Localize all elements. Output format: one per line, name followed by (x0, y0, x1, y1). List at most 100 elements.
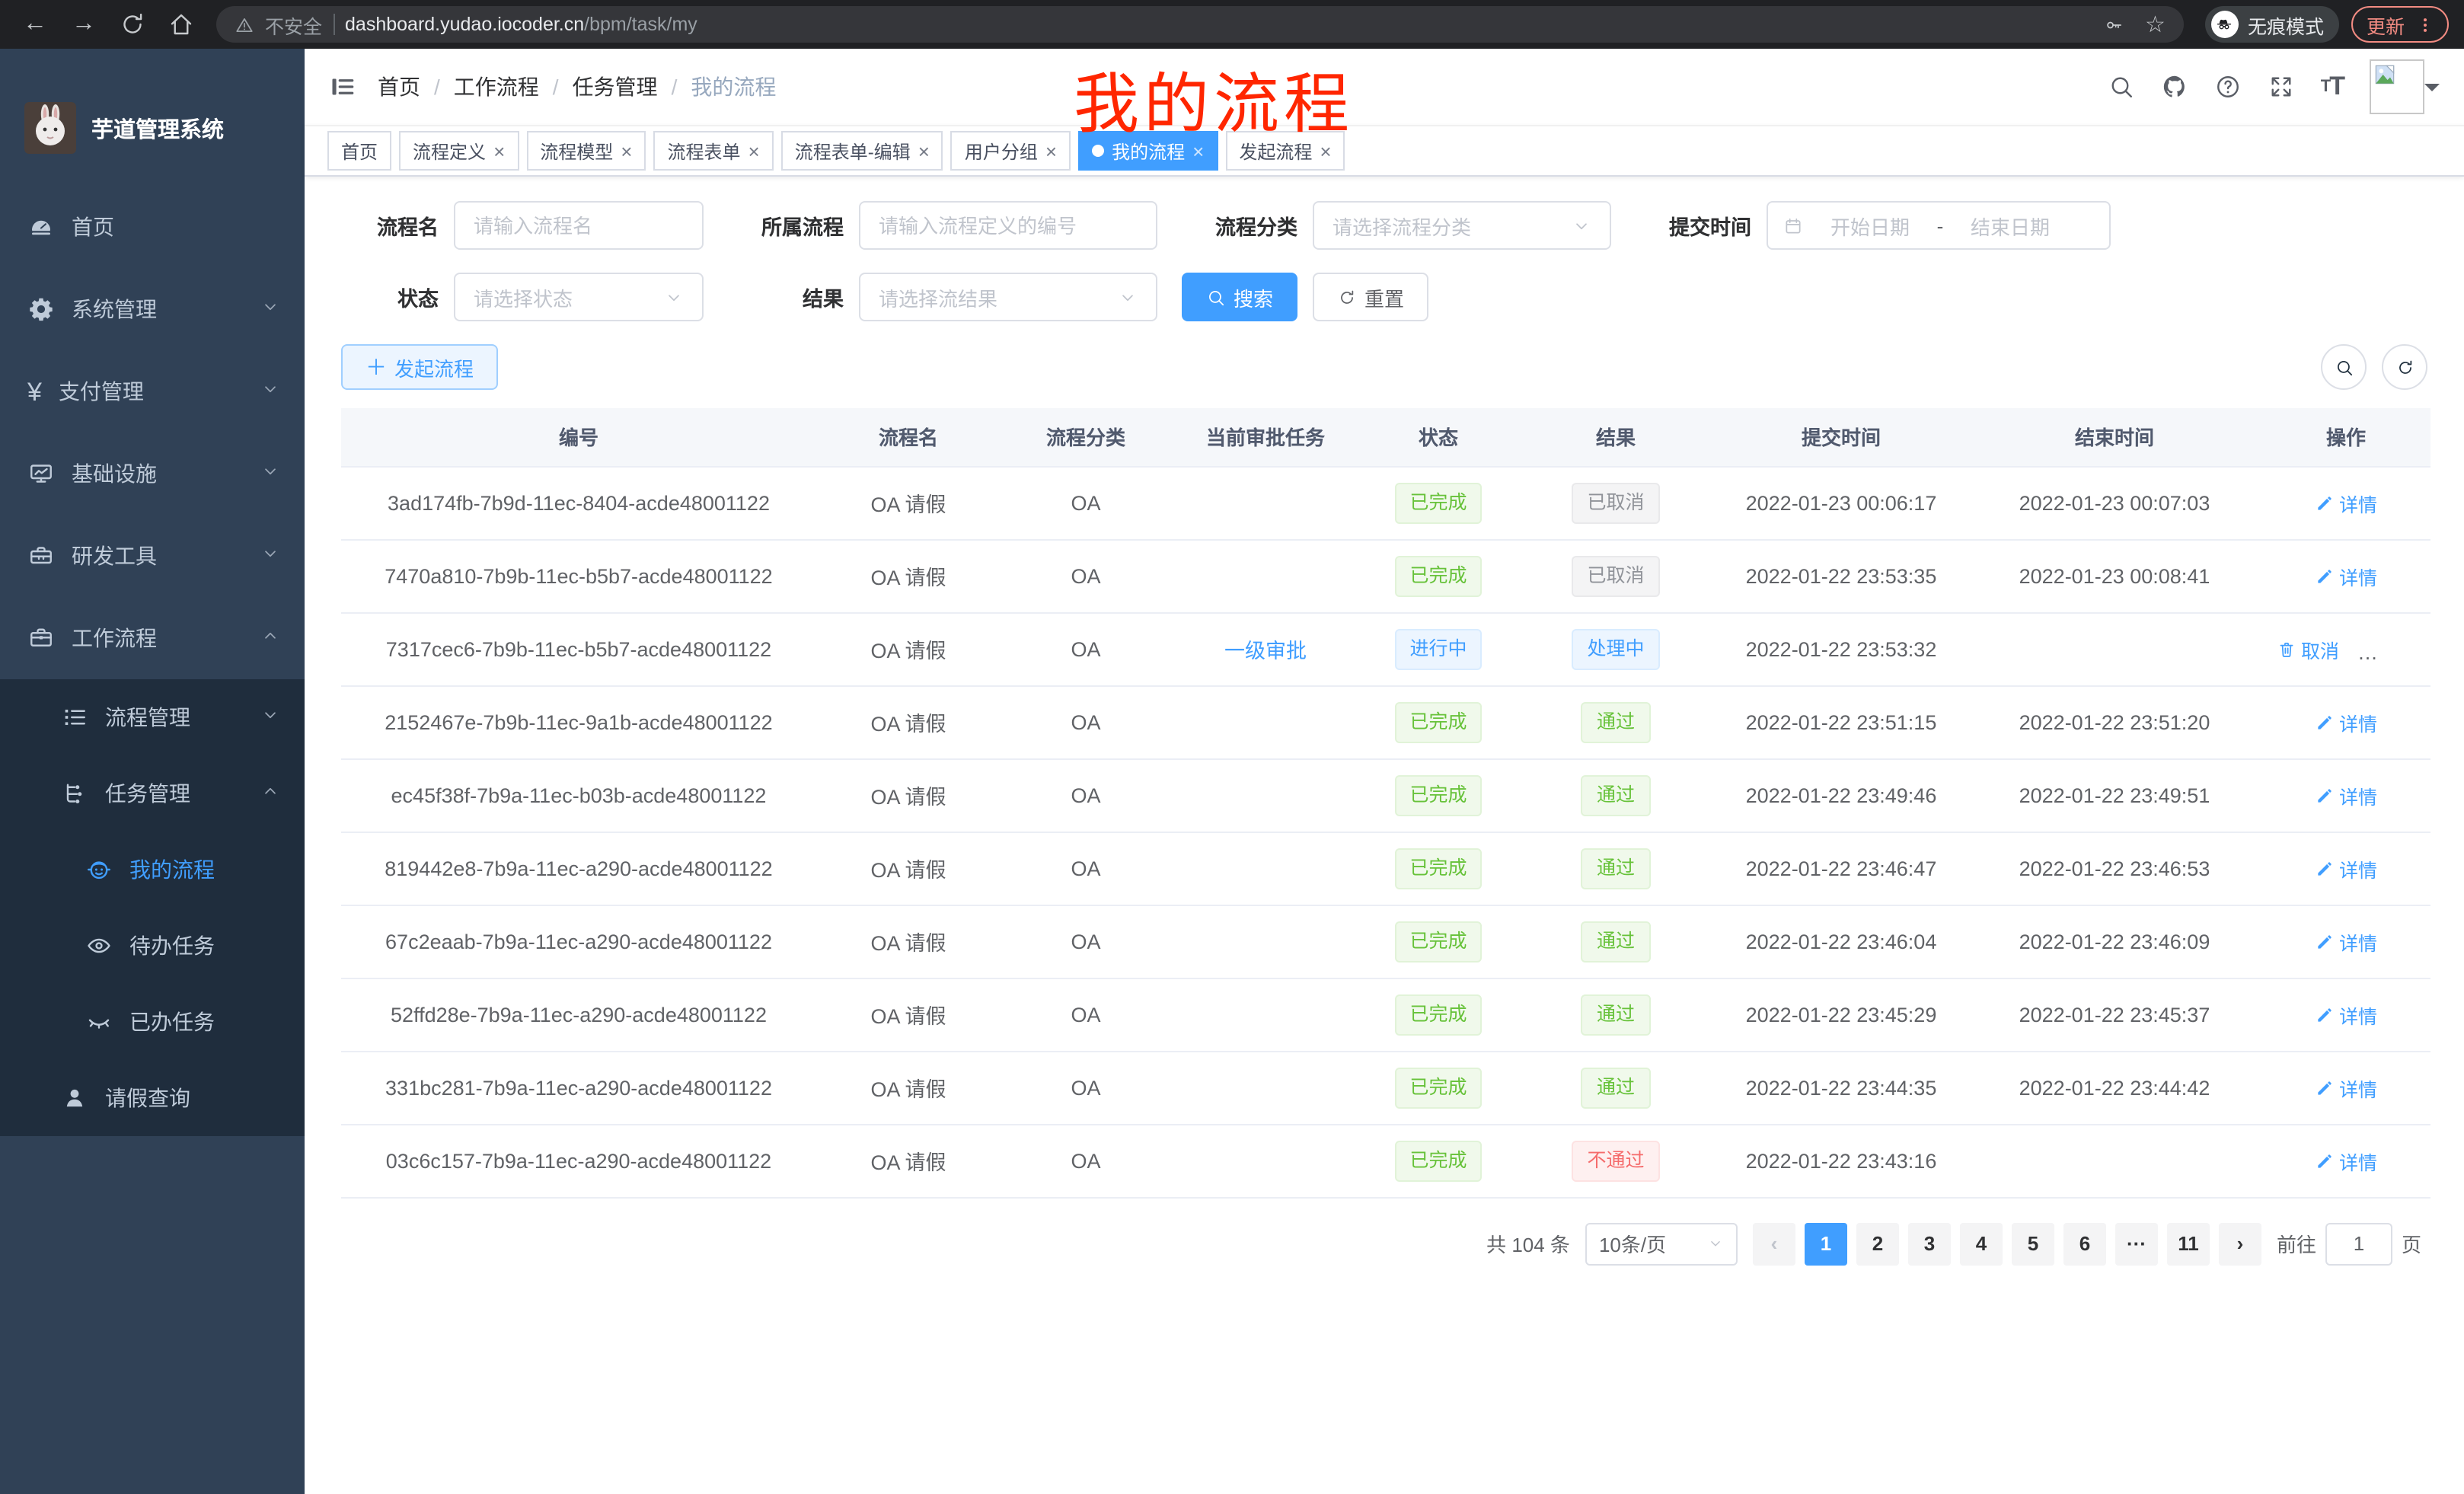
refresh-list-button[interactable] (2382, 344, 2427, 390)
detail-link[interactable]: 详情 (2315, 781, 2377, 809)
category-select[interactable]: 请选择流程分类 (1313, 201, 1611, 250)
detail-link[interactable]: 详情 (2315, 1146, 2377, 1175)
breadcrumb-item[interactable]: 首页 (378, 72, 420, 102)
sidebar-item-home[interactable]: 首页 (0, 186, 305, 268)
close-icon[interactable]: × (748, 141, 760, 161)
sidebar-item-payment[interactable]: ¥支付管理 (0, 350, 305, 433)
detail-link[interactable]: 详情 (2315, 561, 2377, 590)
reset-button[interactable]: 重置 (1313, 273, 1428, 321)
pencil-icon (2315, 493, 2335, 512)
trash-icon (2277, 639, 2296, 659)
sidebar-item-dev-tools[interactable]: 研发工具 (0, 515, 305, 597)
search-button[interactable]: 搜索 (1182, 273, 1297, 321)
fullscreen-icon[interactable] (2268, 73, 2295, 101)
hamburger-icon[interactable] (329, 73, 356, 101)
close-icon[interactable]: × (1192, 141, 1204, 161)
table-row: 7470a810-7b9b-11ec-b5b7-acde48001122OA 请… (341, 539, 2430, 612)
cell-submit-time: 2022-01-22 23:53:35 (1715, 539, 1968, 612)
detail-link[interactable]: 详情 (2315, 488, 2377, 517)
sidebar-item-system[interactable]: 系统管理 (0, 268, 305, 350)
tab-home[interactable]: 首页 (327, 131, 391, 171)
menu-dots-icon[interactable] (2417, 16, 2434, 33)
sidebar-item-infrastructure[interactable]: 基础设施 (0, 433, 305, 515)
cell-ops: 详情 (2261, 466, 2430, 539)
tab-process-form[interactable]: 流程表单× (653, 131, 773, 171)
sidebar-item-done-tasks[interactable]: 已办任务 (0, 984, 305, 1060)
password-key-icon[interactable] (2104, 14, 2124, 34)
breadcrumb-separator: / (434, 75, 440, 99)
task-link[interactable]: 一级审批 (1224, 640, 1307, 662)
close-icon[interactable]: × (1320, 141, 1331, 161)
page-button[interactable]: 11 (2167, 1222, 2210, 1265)
address-bar[interactable]: 不安全 dashboard.yudao.iocoder.cn/bpm/task/… (216, 6, 2184, 43)
status-badge: 已完成 (1394, 921, 1482, 962)
op-label: 详情 (2339, 1146, 2377, 1175)
detail-link[interactable]: 详情 (2315, 1000, 2377, 1029)
tab-my-process[interactable]: 我的流程× (1078, 131, 1218, 171)
cell-end-time: 2022-01-22 23:46:53 (1968, 832, 2261, 905)
page-button[interactable]: 6 (2063, 1222, 2106, 1265)
prev-page-button[interactable]: ‹ (1753, 1222, 1795, 1265)
page-button[interactable]: 4 (1960, 1222, 2003, 1265)
bookmark-star-icon[interactable]: ☆ (2145, 11, 2166, 38)
browser-forward-icon[interactable]: → (64, 5, 104, 44)
breadcrumb-item[interactable]: 任务管理 (573, 72, 658, 102)
tab-process-model[interactable]: 流程模型× (526, 131, 646, 171)
sidebar-item-todo-tasks[interactable]: 待办任务 (0, 908, 305, 984)
detail-link[interactable]: 详情 (2315, 854, 2377, 883)
calendar-icon (1783, 215, 1803, 235)
start-process-button[interactable]: ＋ 发起流程 (341, 344, 498, 390)
process-name-input[interactable] (454, 201, 704, 250)
detail-link[interactable]: 详情 (2315, 1073, 2377, 1102)
sidebar-item-leave-query[interactable]: 请假查询 (0, 1060, 305, 1136)
header-search-icon[interactable] (2108, 73, 2135, 101)
page-button[interactable]: 3 (1908, 1222, 1951, 1265)
tab-process-definition[interactable]: 流程定义 × (399, 131, 519, 171)
toggle-search-button[interactable] (2321, 344, 2367, 390)
page-button[interactable]: 5 (2012, 1222, 2054, 1265)
browser-reload-icon[interactable] (113, 5, 152, 44)
close-icon[interactable]: × (918, 141, 930, 161)
next-page-button[interactable]: › (2219, 1222, 2261, 1265)
close-icon[interactable]: × (493, 141, 505, 161)
tab-process-form-edit[interactable]: 流程表单-编辑× (781, 131, 943, 171)
result-select[interactable]: 请选择流结果 (859, 273, 1157, 321)
browser-update-button[interactable]: 更新 (2351, 6, 2449, 43)
font-size-icon[interactable]: TT (2321, 72, 2344, 102)
help-icon[interactable] (2214, 73, 2242, 101)
cell-name: OA 请假 (816, 1051, 1001, 1124)
breadcrumb-item[interactable]: 工作流程 (454, 72, 539, 102)
goto-page-input[interactable] (2325, 1222, 2392, 1265)
sidebar-item-my-process[interactable]: 我的流程 (0, 832, 305, 908)
submit-time-range-picker[interactable]: 开始日期 - 结束日期 (1767, 201, 2111, 250)
cell-status: 已完成 (1360, 1051, 1517, 1124)
cell-status: 已完成 (1360, 905, 1517, 978)
detail-link[interactable]: 详情 (2315, 707, 2377, 736)
page-button[interactable]: 1 (1805, 1222, 1847, 1265)
sidebar-item-task-mgmt[interactable]: 任务管理 (0, 755, 305, 832)
more-pages-button[interactable]: ··· (2115, 1222, 2158, 1265)
node-tree-icon (61, 780, 88, 807)
cell-result: 通过 (1517, 685, 1715, 758)
page-size-select[interactable]: 10条/页 (1585, 1222, 1738, 1265)
sidebar-item-process-mgmt[interactable]: 流程管理 (0, 679, 305, 755)
cell-status: 已完成 (1360, 978, 1517, 1051)
browser-home-icon[interactable] (161, 5, 201, 44)
page-button[interactable]: 2 (1856, 1222, 1899, 1265)
cell-submit-time: 2022-01-22 23:44:35 (1715, 1051, 1968, 1124)
close-icon[interactable]: × (621, 141, 632, 161)
close-icon[interactable]: × (1045, 141, 1057, 161)
tab-label: 流程定义 (413, 138, 486, 164)
tab-start-process[interactable]: 发起流程× (1225, 131, 1345, 171)
avatar-caret-icon[interactable] (2424, 83, 2440, 98)
cancel-link[interactable]: 取消 (2277, 634, 2339, 663)
status-select[interactable]: 请选择状态 (454, 273, 704, 321)
browser-back-icon[interactable]: ← (15, 5, 55, 44)
detail-link[interactable]: 详情 (2315, 927, 2377, 956)
page-list: ‹123456···11› (1753, 1222, 2261, 1265)
tab-user-group[interactable]: 用户分组× (951, 131, 1071, 171)
parent-process-input[interactable] (859, 201, 1157, 250)
github-icon[interactable] (2161, 73, 2188, 101)
avatar[interactable] (2370, 59, 2440, 114)
sidebar-item-workflow[interactable]: 工作流程 (0, 597, 305, 679)
